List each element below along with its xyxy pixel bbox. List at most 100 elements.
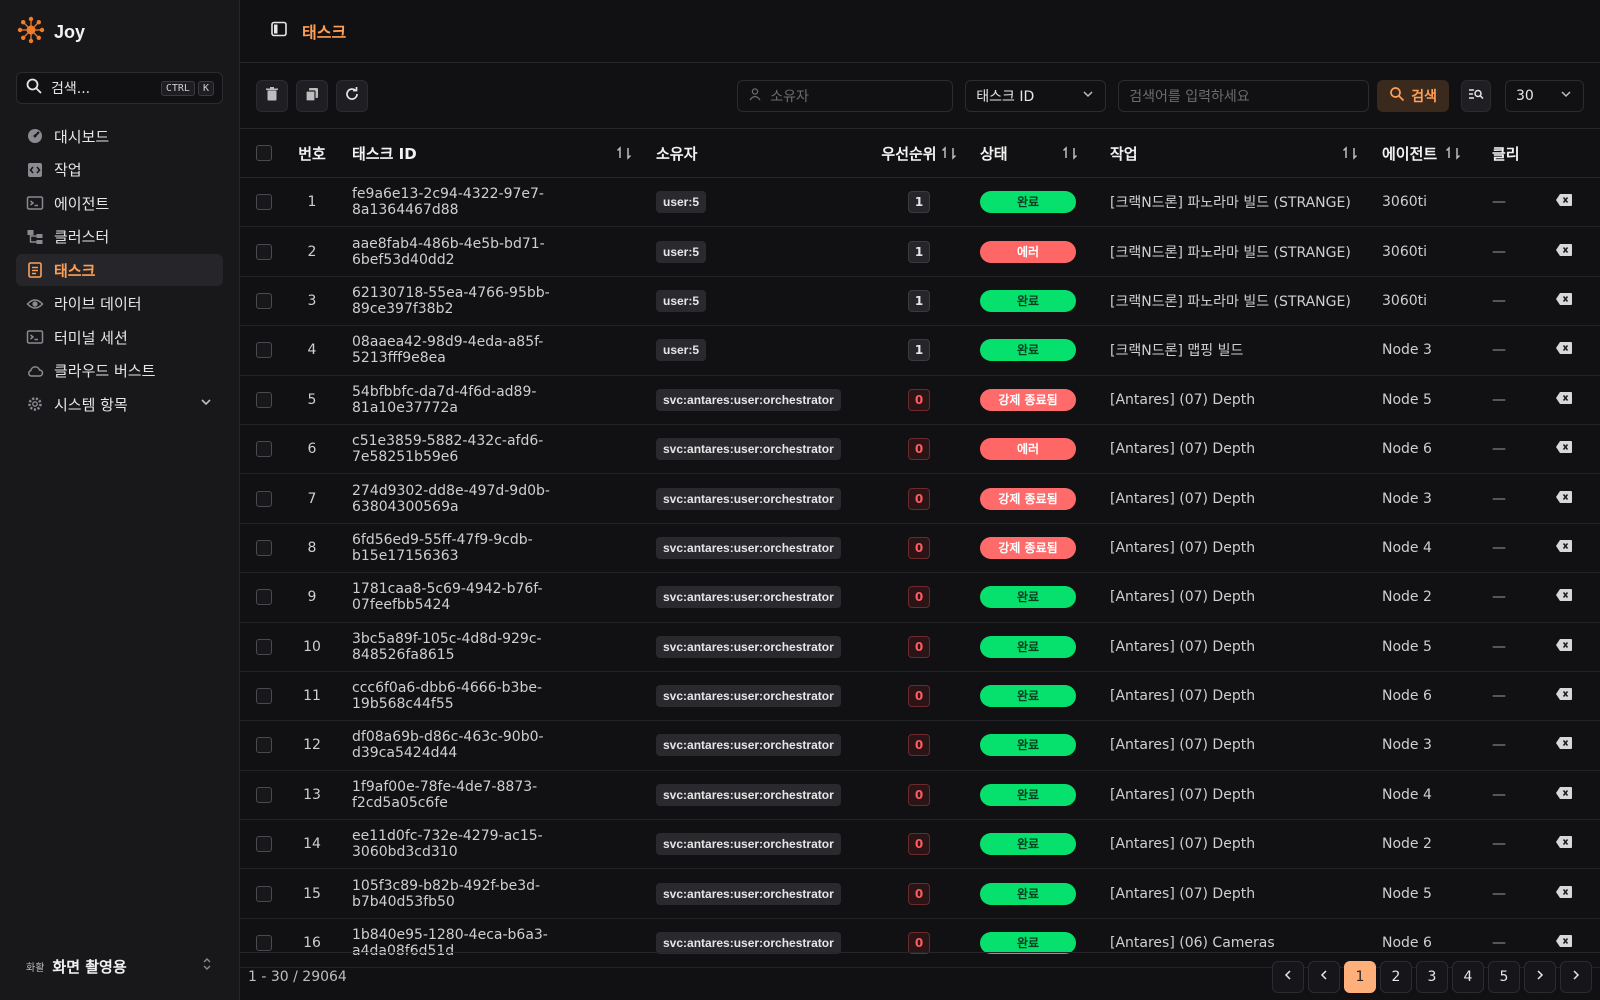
page-button-3[interactable]: 3 — [1416, 960, 1448, 993]
delete-tag-icon[interactable] — [1555, 391, 1573, 409]
row-checkbox[interactable] — [256, 836, 272, 853]
task-id-cell[interactable]: 3bc5a89f-105c-4d8d-929c-848526fa8615 — [336, 631, 648, 663]
table-row[interactable]: 8 6fd56ed9-55ff-47f9-9cdb-b15e17156363 svc… — [240, 524, 1600, 574]
task-id-cell[interactable]: 08aaea42-98d9-4eda-a85f-5213fff9e8ea — [336, 334, 648, 366]
refresh-button[interactable] — [336, 80, 368, 112]
first-page-button[interactable] — [1272, 960, 1304, 993]
page-button-5[interactable]: 5 — [1488, 960, 1520, 993]
sort-icon[interactable] — [1342, 145, 1358, 161]
task-id[interactable]: c51e3859-5882-432c-afd6-7e58251b59e6 — [352, 433, 632, 465]
table-row[interactable]: 10 3bc5a89f-105c-4d8d-929c-848526fa8615 sv… — [240, 623, 1600, 672]
row-checkbox[interactable] — [256, 441, 272, 458]
task-id[interactable]: 1781caa8-5c69-4942-b76f-07feefbb5424 — [352, 581, 632, 613]
sidebar-item-clusters[interactable]: 클러스터 — [16, 221, 223, 253]
task-id[interactable]: 6fd56ed9-55ff-47f9-9cdb-b15e17156363 — [352, 532, 632, 564]
row-checkbox[interactable] — [256, 243, 272, 260]
delete-tag-icon[interactable] — [1555, 638, 1573, 656]
task-id[interactable]: aae8fab4-486b-4e5b-bd71-6bef53d40dd2 — [352, 236, 632, 268]
delete-tag-icon[interactable] — [1555, 736, 1573, 754]
delete-button[interactable] — [256, 80, 288, 112]
select-all-checkbox[interactable] — [256, 145, 272, 161]
row-checkbox[interactable] — [256, 292, 272, 309]
sidebar-item-live-data[interactable]: 라이브 데이터 — [16, 288, 223, 320]
delete-tag-icon[interactable] — [1555, 243, 1573, 261]
table-row[interactable]: 14 ee11d0fc-732e-4279-ac15-3060bd3cd310 sv… — [240, 820, 1600, 870]
sort-icon[interactable] — [616, 145, 632, 161]
page-button-1[interactable]: 1 — [1344, 960, 1376, 993]
sidebar-item-agents[interactable]: 에이전트 — [16, 187, 223, 219]
workspace-switcher[interactable]: 화활 화면 촬영용 — [16, 948, 223, 984]
table-row[interactable]: 7 274d9302-dd8e-497d-9d0b-63804300569a svc… — [240, 474, 1600, 524]
col-task-id[interactable]: 태스크 ID — [336, 143, 648, 164]
table-row[interactable]: 13 1f9af00e-78fe-4de7-8873-f2cd5a05c6fe sv… — [240, 771, 1600, 821]
table-row[interactable]: 5 54bfbbfc-da7d-4f6d-ad89-81a10e37772a svc… — [240, 376, 1600, 425]
task-id[interactable]: ccc6f0a6-dbb6-4666-b3be-19b568c44f55 — [352, 680, 632, 712]
row-checkbox[interactable] — [256, 589, 272, 606]
task-id-cell[interactable]: 54bfbbfc-da7d-4f6d-ad89-81a10e37772a — [336, 384, 648, 416]
row-checkbox[interactable] — [256, 490, 272, 507]
task-id-cell[interactable]: 62130718-55ea-4766-95bb-89ce397f38b2 — [336, 285, 648, 317]
query-input[interactable]: 검색어를 입력하세요 — [1118, 80, 1370, 112]
row-checkbox[interactable] — [256, 885, 272, 902]
sort-icon[interactable] — [941, 145, 957, 161]
task-id[interactable]: 1f9af00e-78fe-4de7-8873-f2cd5a05c6fe — [352, 779, 632, 811]
row-checkbox[interactable] — [256, 539, 272, 556]
col-priority[interactable]: 우선순위 — [862, 143, 976, 164]
page-size-select[interactable]: 30 — [1505, 80, 1584, 112]
task-id-cell[interactable]: c51e3859-5882-432c-afd6-7e58251b59e6 — [336, 433, 648, 465]
row-checkbox[interactable] — [256, 638, 272, 655]
sidebar-item-dashboard[interactable]: 대시보드 — [16, 120, 223, 152]
delete-tag-icon[interactable] — [1555, 341, 1573, 359]
col-job[interactable]: 작업 — [1102, 143, 1374, 164]
row-checkbox[interactable] — [256, 342, 272, 359]
delete-tag-icon[interactable] — [1555, 440, 1573, 458]
row-checkbox[interactable] — [256, 935, 272, 952]
row-checkbox[interactable] — [256, 786, 272, 803]
sidebar-item-tasks[interactable]: 태스크 — [16, 254, 223, 286]
task-id-cell[interactable]: 1f9af00e-78fe-4de7-8873-f2cd5a05c6fe — [336, 779, 648, 811]
page-button-4[interactable]: 4 — [1452, 960, 1484, 993]
delete-tag-icon[interactable] — [1555, 687, 1573, 705]
next-page-button[interactable] — [1524, 960, 1556, 993]
table-row[interactable]: 6 c51e3859-5882-432c-afd6-7e58251b59e6 svc… — [240, 425, 1600, 475]
row-checkbox[interactable] — [256, 688, 272, 705]
table-row[interactable]: 3 62130718-55ea-4766-95bb-89ce397f38b2 use… — [240, 277, 1600, 327]
task-id[interactable]: fe9a6e13-2c94-4322-97e7-8a1364467d88 — [352, 186, 632, 218]
task-id[interactable]: df08a69b-d86c-463c-90b0-d39ca5424d44 — [352, 729, 632, 761]
task-id-cell[interactable]: 274d9302-dd8e-497d-9d0b-63804300569a — [336, 483, 648, 515]
delete-tag-icon[interactable] — [1555, 885, 1573, 903]
table-row[interactable]: 4 08aaea42-98d9-4eda-a85f-5213fff9e8ea use… — [240, 326, 1600, 376]
delete-tag-icon[interactable] — [1555, 292, 1573, 310]
delete-tag-icon[interactable] — [1555, 490, 1573, 508]
prev-page-button[interactable] — [1308, 960, 1340, 993]
delete-tag-icon[interactable] — [1555, 835, 1573, 853]
task-id-cell[interactable]: 6fd56ed9-55ff-47f9-9cdb-b15e17156363 — [336, 532, 648, 564]
task-id-cell[interactable]: df08a69b-d86c-463c-90b0-d39ca5424d44 — [336, 729, 648, 761]
table-row[interactable]: 15 105f3c89-b82b-492f-be3d-b7b40d53fb50 sv… — [240, 869, 1600, 919]
task-id[interactable]: 3bc5a89f-105c-4d8d-929c-848526fa8615 — [352, 631, 632, 663]
delete-tag-icon[interactable] — [1555, 934, 1573, 952]
col-agent[interactable]: 에이전트 — [1374, 143, 1488, 164]
sidebar-item-cloud-burst[interactable]: 클라우드 버스트 — [16, 355, 223, 387]
task-id-cell[interactable]: ee11d0fc-732e-4279-ac15-3060bd3cd310 — [336, 828, 648, 860]
sidebar-toggle-icon[interactable] — [270, 20, 288, 42]
delete-tag-icon[interactable] — [1555, 193, 1573, 211]
task-id[interactable]: 08aaea42-98d9-4eda-a85f-5213fff9e8ea — [352, 334, 632, 366]
sidebar-item-system[interactable]: 시스템 항목 — [16, 388, 223, 420]
owner-filter-input[interactable]: 소유자 — [737, 80, 954, 112]
global-search[interactable]: 검색... CTRL K — [16, 72, 223, 104]
col-status[interactable]: 상태 — [976, 143, 1102, 164]
task-id[interactable]: 274d9302-dd8e-497d-9d0b-63804300569a — [352, 483, 632, 515]
task-id[interactable]: 62130718-55ea-4766-95bb-89ce397f38b2 — [352, 285, 632, 317]
sidebar-item-terminal-sessions[interactable]: 터미널 세션 — [16, 321, 223, 353]
brand[interactable]: Joy — [16, 16, 85, 48]
task-id-cell[interactable]: ccc6f0a6-dbb6-4666-b3be-19b568c44f55 — [336, 680, 648, 712]
search-button[interactable]: 검색 — [1377, 80, 1449, 112]
task-id-cell[interactable]: 1781caa8-5c69-4942-b76f-07feefbb5424 — [336, 581, 648, 613]
sidebar-item-jobs[interactable]: 작업 — [16, 154, 223, 186]
table-row[interactable]: 12 df08a69b-d86c-463c-90b0-d39ca5424d44 sv… — [240, 721, 1600, 771]
row-checkbox[interactable] — [256, 194, 272, 211]
task-id[interactable]: ee11d0fc-732e-4279-ac15-3060bd3cd310 — [352, 828, 632, 860]
table-row[interactable]: 1 fe9a6e13-2c94-4322-97e7-8a1364467d88 use… — [240, 178, 1600, 228]
task-id[interactable]: 54bfbbfc-da7d-4f6d-ad89-81a10e37772a — [352, 384, 632, 416]
